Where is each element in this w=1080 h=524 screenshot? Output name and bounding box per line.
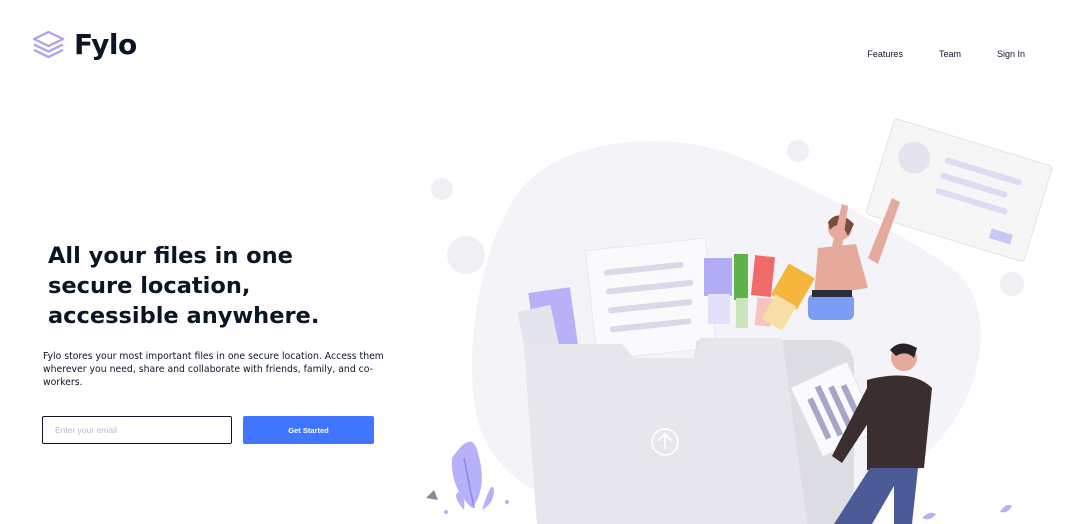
hero-description: Fylo stores your most important files in… <box>43 351 384 388</box>
bubble <box>431 178 453 200</box>
leaf <box>922 512 936 520</box>
nav-item-sign-in[interactable]: Sign In <box>997 49 1025 59</box>
stacked-layers-icon <box>32 30 65 58</box>
logo-text: Fylo <box>74 28 137 61</box>
hero-illustration <box>426 118 1053 524</box>
bubble <box>787 140 809 162</box>
folder <box>524 338 854 524</box>
logo[interactable]: Fylo <box>31 28 137 61</box>
nav-item-features[interactable]: Features <box>867 49 903 59</box>
bubble <box>447 236 485 274</box>
nav-item-team[interactable]: Team <box>939 49 961 59</box>
get-started-button[interactable]: Get Started <box>243 416 374 444</box>
leaf <box>1000 504 1012 513</box>
main-nav: Features Team Sign In <box>867 49 1025 59</box>
bubble <box>1000 272 1024 296</box>
email-input[interactable] <box>42 416 232 444</box>
hero-title: All your files in one secure location, a… <box>48 243 320 329</box>
